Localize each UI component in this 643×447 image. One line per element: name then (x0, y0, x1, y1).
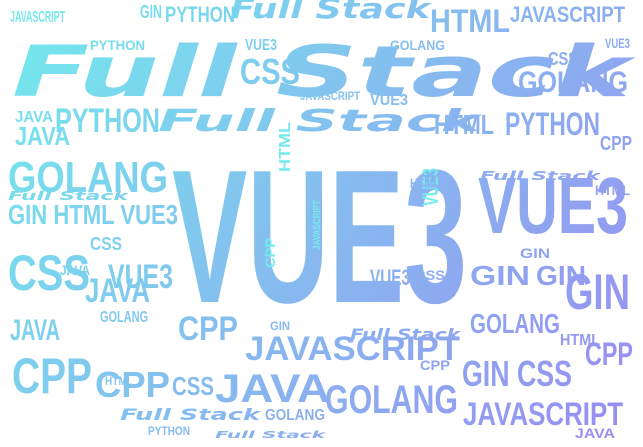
word-css: CSS (240, 51, 300, 92)
word-cpp: CPP (178, 310, 238, 348)
word-gin-html-vue3: GIN HTML VUE3 (8, 199, 178, 230)
word-full-stack: Full Stack (215, 430, 328, 441)
word-javascript: JAVASCRIPT (312, 200, 323, 250)
word-python: PYTHON (55, 102, 160, 140)
word-gin: GIN (270, 319, 290, 333)
word-gin: GIN (536, 260, 586, 291)
word-gin: GIN (520, 245, 550, 261)
word-cloud: VUE3 Full Stack Full Stack VUE3 JAVASCRIPT JA… (0, 0, 643, 447)
word-golang: GOLANG (265, 407, 325, 424)
word-golang: GOLANG (100, 309, 148, 326)
word-java: JAVA (60, 262, 90, 278)
word-css: CSS (415, 267, 445, 283)
word-gin: GIN (470, 260, 530, 291)
word-cpp: CPP (420, 357, 450, 373)
word-golang: GOLANG (325, 378, 458, 422)
word-gin: GIN (140, 2, 162, 22)
word-javascript: JAVASCRIPT (510, 2, 625, 27)
word-html: HTML (434, 109, 494, 140)
word-java: JAVA (575, 425, 615, 441)
word-html: HTML (560, 332, 600, 349)
word-vue3: VUE3 (605, 35, 630, 51)
word-full-stack: Full Stack (480, 169, 602, 183)
word-html: HTML (595, 182, 630, 198)
word-cpp: CPP (600, 133, 632, 155)
word-javascript: JAVASCRIPT (300, 89, 361, 103)
word-html: HTML (430, 3, 510, 39)
word-java: JAVA (15, 109, 53, 126)
word-python: PYTHON (148, 424, 190, 438)
word-cloud-canvas: VUE3 Full Stack Full Stack VUE3 JAVASCRIPT JA… (8, 0, 637, 441)
word-golang: GOLANG (518, 66, 628, 99)
word-vue3: VUE3 (245, 37, 277, 54)
word-full-stack: Full Stack (8, 189, 130, 203)
word-css: CSS (90, 234, 122, 254)
word-css: CSS (548, 49, 578, 69)
word-python: PYTHON (165, 2, 235, 27)
word-html: HTML (410, 175, 440, 191)
word-cpp: CPP (262, 238, 278, 268)
word-group: VUE3 Full Stack Full Stack VUE3 JAVASCRIPT JA… (8, 0, 637, 441)
word-golang: GOLANG (390, 37, 445, 53)
word-full-stack: Full Stack (230, 0, 433, 25)
word-python: PYTHON (505, 106, 600, 142)
word-vue3: VUE3 (108, 258, 173, 296)
word-javascript: JAVASCRIPT (10, 9, 65, 26)
word-full-stack: Full Stack (350, 325, 462, 344)
word-vue3: VUE3 (370, 92, 408, 109)
word-full-stack: Full Stack (120, 405, 262, 424)
word-html: HTML (105, 374, 133, 388)
word-java: JAVA (10, 314, 60, 347)
word-gin-css: GIN CSS (462, 353, 572, 394)
word-python: PYTHON (90, 37, 145, 53)
word-vue3: VUE3 (370, 265, 410, 290)
word-cpp: CPP (430, 289, 456, 303)
word-css: CSS (172, 371, 214, 401)
word-cpp: CPP (12, 348, 92, 404)
word-html: HTML (277, 122, 294, 172)
word-golang: GOLANG (470, 308, 560, 339)
